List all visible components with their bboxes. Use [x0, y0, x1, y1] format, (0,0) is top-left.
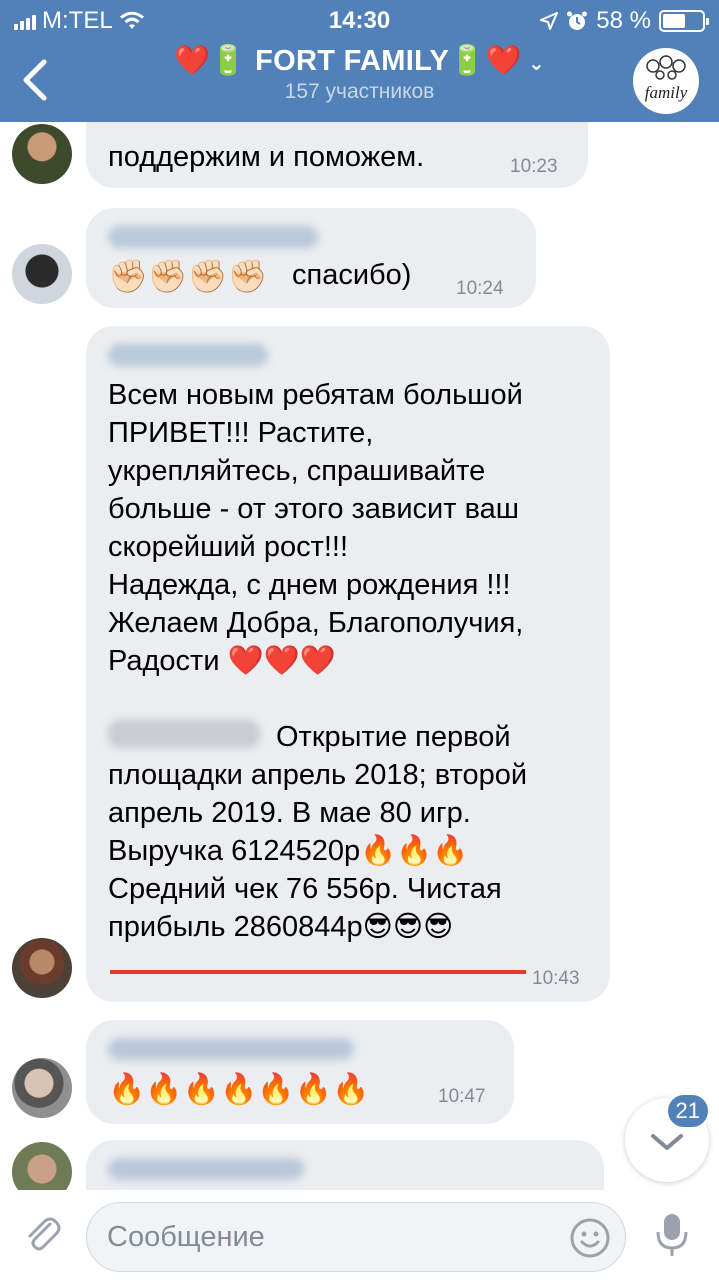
red-underline — [110, 970, 526, 974]
family-logo-icon: family — [645, 55, 688, 102]
message-input[interactable] — [107, 1203, 547, 1271]
avatar[interactable] — [12, 1142, 72, 1190]
chat-title[interactable]: ❤️🔋 FORT FAMILY🔋❤️ ⌄ — [120, 44, 599, 78]
avatar[interactable] — [12, 244, 72, 304]
emoji-row: ✊🏻✊🏻✊🏻✊🏻 — [108, 258, 268, 294]
message-emojis: 🔥🔥🔥🔥🔥🔥🔥 — [108, 1070, 369, 1110]
alarm-icon — [567, 11, 588, 30]
message-text: Всем новым ребятам большой ПРИВЕТ!!! Рас… — [108, 379, 524, 677]
unread-count-badge: 21 — [664, 1092, 711, 1130]
composer — [0, 1190, 719, 1280]
message-emojis: ✊🏻✊🏻✊🏻✊🏻 — [108, 256, 267, 296]
battery-icon — [659, 10, 709, 32]
sender-name-redacted — [108, 226, 318, 248]
message-input-wrap[interactable] — [86, 1202, 626, 1272]
message-bubble[interactable]: поддержим и поможем. 10:23 — [86, 122, 588, 188]
message-text: поддержим и поможем. — [108, 141, 425, 173]
attach-icon[interactable] — [20, 1212, 64, 1256]
emoji-row: 🔥🔥🔥🔥🔥🔥🔥 — [108, 1073, 370, 1106]
chat-title-area[interactable]: ❤️🔋 FORT FAMILY🔋❤️ ⌄ 157 участников — [120, 44, 599, 104]
message-time: 10:24 — [456, 278, 504, 299]
sender-name-redacted — [108, 1158, 304, 1180]
battery-percent: 58 % — [596, 7, 651, 34]
message-time: 10:47 — [438, 1086, 486, 1107]
sender-name-redacted — [108, 344, 268, 366]
emoji-icon[interactable] — [569, 1217, 611, 1259]
mention-redacted — [108, 720, 260, 748]
message-bubble[interactable]: 🔥🔥🔥🔥🔥🔥🔥 10:47 — [86, 1020, 514, 1124]
member-count: 157 участников — [284, 80, 435, 103]
chat-title-text: ❤️🔋 FORT FAMILY🔋❤️ — [173, 45, 522, 77]
message-text: спасибо) — [292, 259, 412, 291]
message-time: 10:23 — [510, 156, 558, 177]
message-list[interactable]: поддержим и поможем. 10:23 ✊🏻✊🏻✊🏻✊🏻 спас… — [0, 122, 719, 1190]
sender-name-redacted — [108, 1038, 354, 1060]
message-bubble[interactable]: ✊🏻✊🏻✊🏻✊🏻 спасибо) 10:24 — [86, 208, 536, 308]
back-arrow-icon[interactable] — [18, 58, 54, 102]
group-avatar[interactable]: family — [633, 48, 699, 114]
status-bar: M:TEL 14:30 58 % — [0, 0, 719, 40]
avatar[interactable] — [12, 1058, 72, 1118]
avatar[interactable] — [12, 938, 72, 998]
status-right: 58 % — [540, 7, 709, 35]
message-text: Открытие первой — [276, 721, 511, 753]
message-time: 10:43 — [532, 968, 580, 989]
chat-header: M:TEL 14:30 58 % ❤️🔋 FORT FAMILY🔋❤️ ⌄ 157… — [0, 0, 719, 122]
message-text: площадки апрель 2018; второй апрель 2019… — [108, 759, 528, 943]
microphone-icon[interactable] — [650, 1210, 694, 1260]
message-bubble[interactable]: Всем новым ребятам большой ПРИВЕТ!!! Рас… — [86, 326, 610, 1002]
group-avatar-text: family — [645, 83, 688, 102]
location-icon — [540, 12, 559, 30]
avatar[interactable] — [12, 124, 72, 184]
chevron-down-icon: ⌄ — [527, 53, 545, 75]
message-bubble[interactable] — [86, 1140, 604, 1190]
